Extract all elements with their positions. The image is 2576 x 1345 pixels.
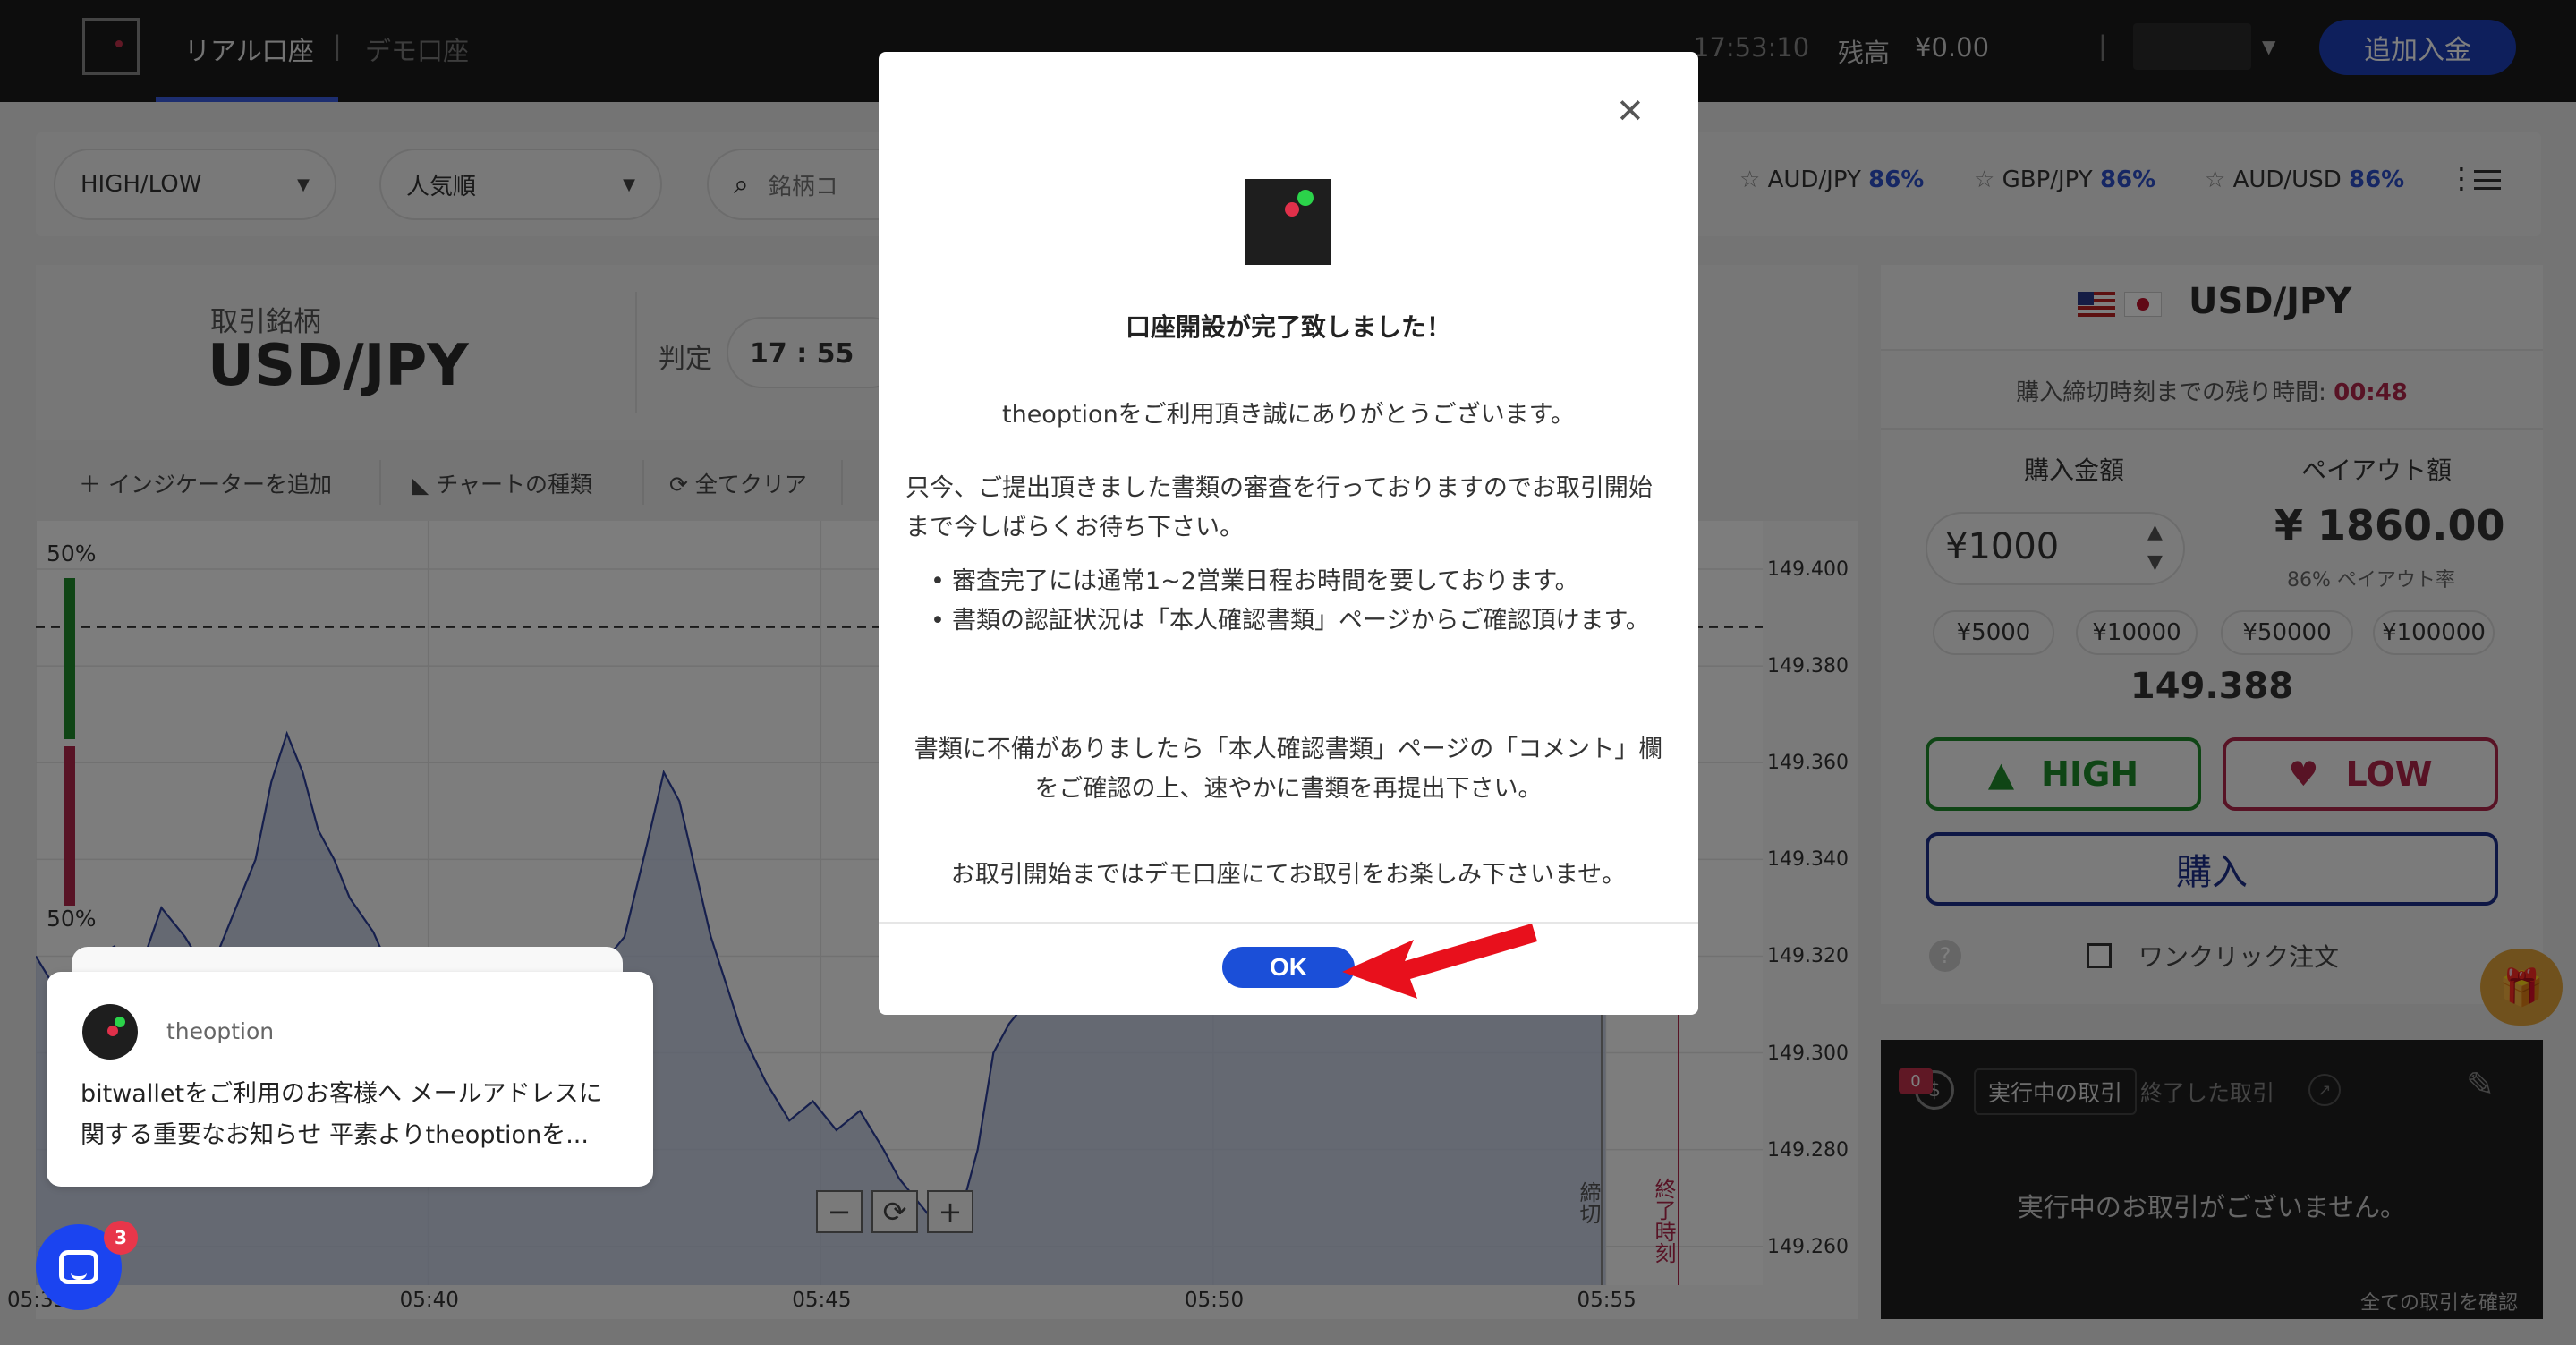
notification-sender: theoption [166,1018,275,1044]
modal-title: 口座開設が完了致しました！ [1125,312,1451,342]
modal-thanks-text: theoptionをご利用頂き誠にありがとうございます。 [1002,401,1575,429]
red-arrow-annotation [1342,924,1537,999]
close-icon[interactable]: ✕ [1616,91,1645,131]
modal-demo-text: お取引開始まではデモ口座にてお取引をお楽しみ下さいませ。 [950,861,1627,889]
chat-unread-badge: 3 [104,1221,138,1255]
modal-bullet-1: 審査完了には通常1~2営業日程お時間を要しております。 [931,562,1668,601]
modal-resubmit-text: 書類に不備がありましたら「本人確認書類」ページの「コメント」欄をご確認の上、速や… [914,736,1663,803]
theoption-logo-icon [1245,179,1331,265]
modal-bullet-2: 書類の認証状況は「本人確認書類」ページからご確認頂けます。 [931,601,1668,641]
chat-icon [59,1250,98,1284]
modal-review-text: 只今、ご提出頂きました書類の審査を行っておりますのでお取引開始まで今しばらくお待… [905,474,1653,541]
theoption-avatar [82,1004,138,1060]
notification-text: bitwalletをご利用のお客様へ メールアドレスに関する重要なお知らせ 平素… [81,1080,603,1149]
modal-divider [879,922,1698,924]
